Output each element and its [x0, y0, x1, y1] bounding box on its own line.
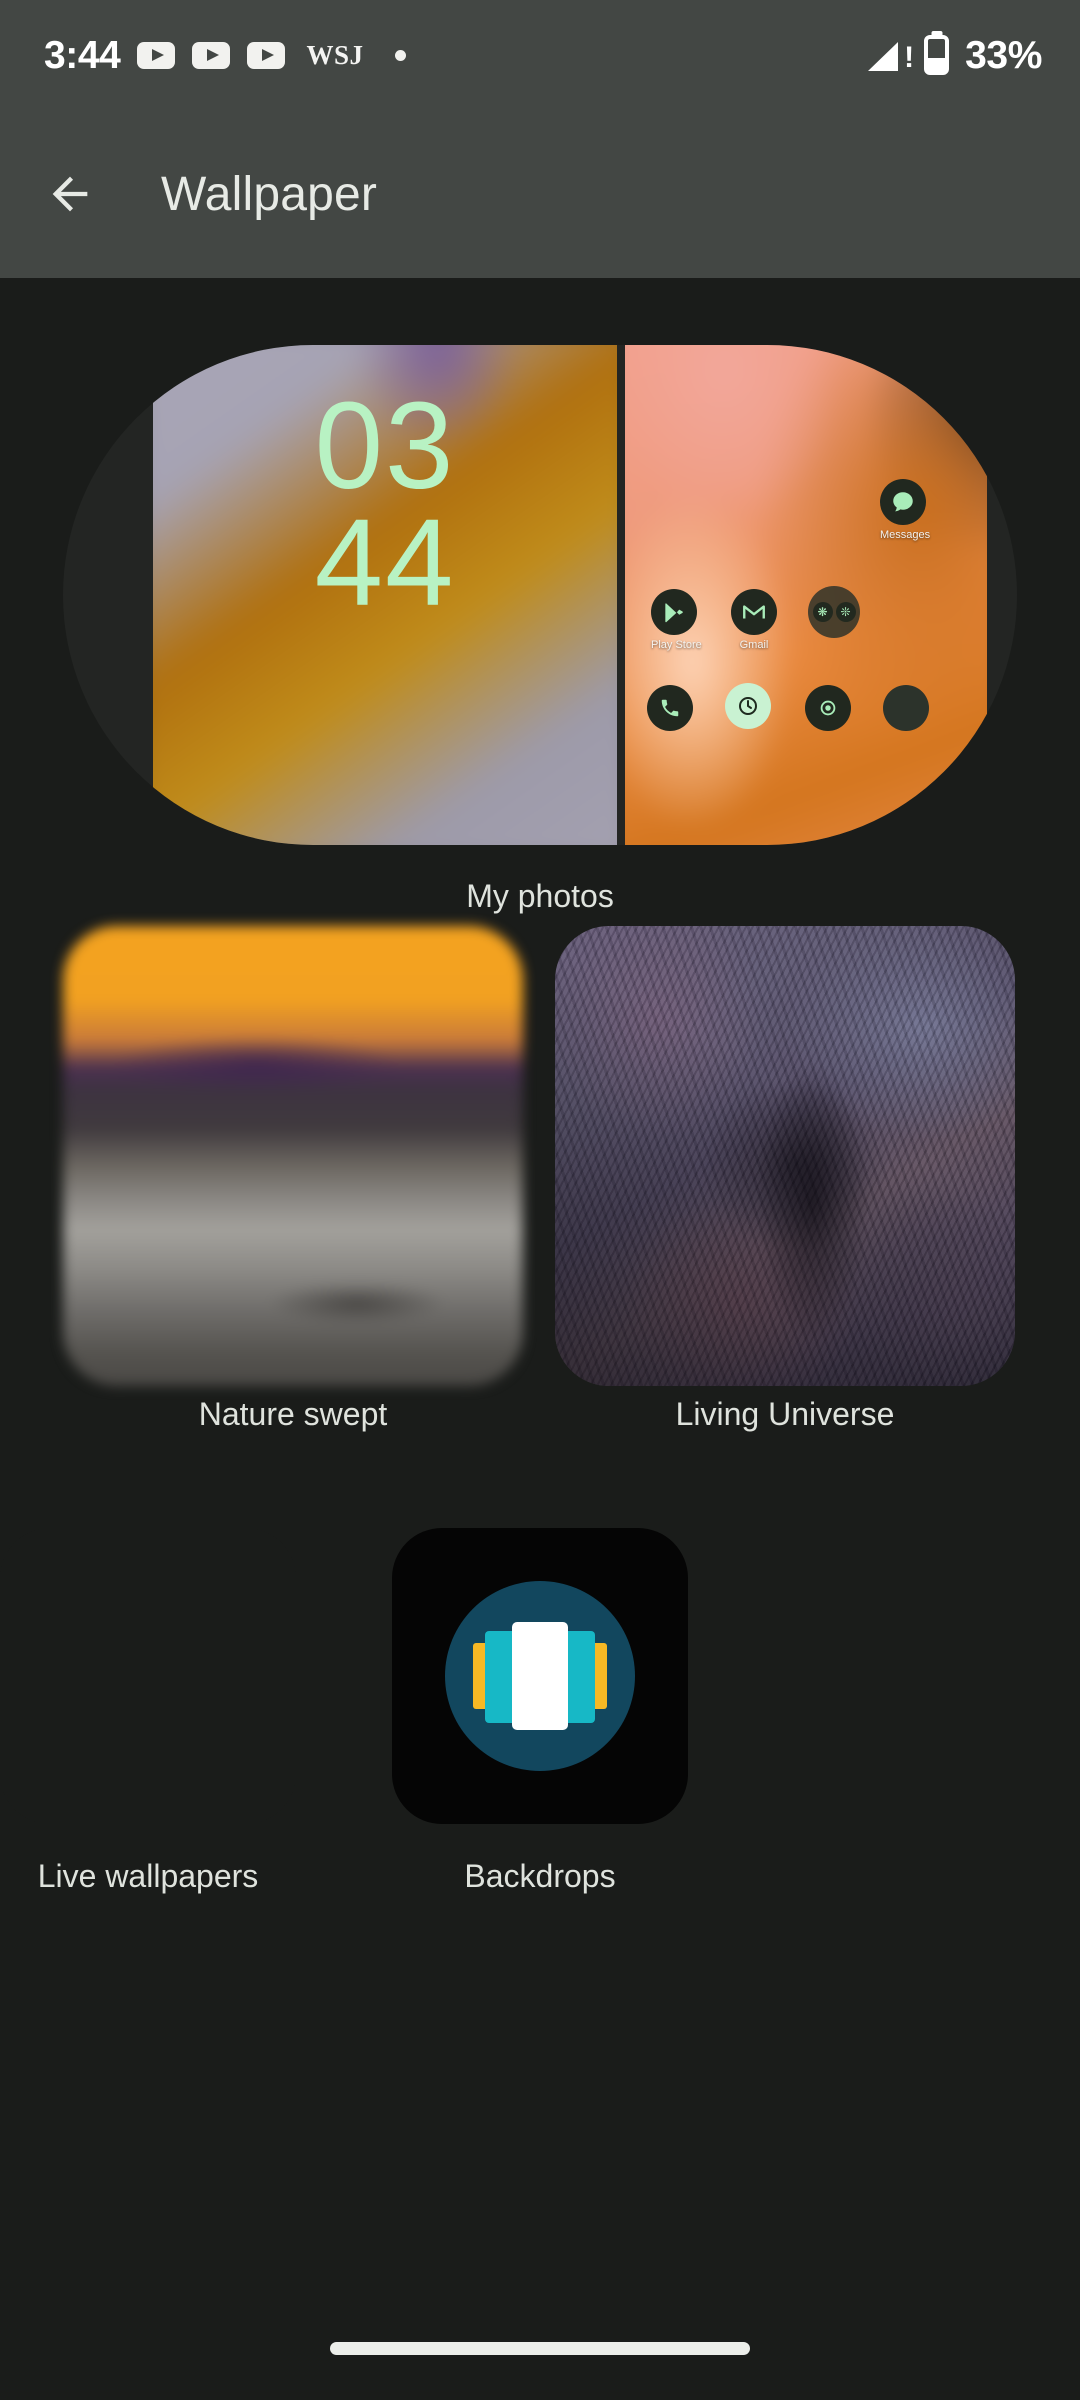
home-gesture-pill[interactable]: [330, 2341, 750, 2355]
navigation-bar: [0, 2304, 1080, 2400]
more-notifications-dot-icon: [394, 49, 406, 61]
status-bar-clock: 3:44: [44, 33, 121, 77]
live-wallpapers-thumbnail: [0, 1528, 296, 1824]
battery-icon: [924, 35, 950, 75]
wallpaper-list: 03 44 Messages Play Store Gmail ❋ ❊ My p…: [0, 278, 1080, 2400]
gmail-icon: [731, 589, 777, 635]
youtube-icon: [192, 41, 231, 69]
status-bar: 3:44 WSJ ! 33%: [0, 0, 1080, 110]
status-bar-left: 3:44 WSJ: [44, 36, 406, 75]
play-store-icon: [651, 589, 697, 635]
home-app-messages: Messages: [880, 479, 931, 541]
clock-hours: 03: [314, 378, 456, 515]
messages-icon: [880, 479, 926, 525]
wallpaper-option-nature-swept[interactable]: [63, 926, 523, 1386]
phone-screen: 3:44 WSJ ! 33% Wallpaper 03 44 Messages …: [0, 0, 1080, 2400]
arrow-back-icon: [52, 176, 88, 212]
back-button[interactable]: [22, 146, 118, 242]
wallpaper-option-living-universe[interactable]: [555, 926, 1015, 1386]
nature-swept-thumbnail: [63, 926, 523, 1386]
home-app-label: Gmail: [739, 639, 769, 651]
wallpaper-option-label-backdrops: Backdrops: [464, 1858, 616, 1894]
wallpaper-option-label-live-wallpapers: Live wallpapers: [37, 1858, 259, 1894]
wallpaper-option-backdrops[interactable]: [392, 1528, 688, 1824]
wsj-icon: WSJ: [306, 39, 364, 70]
battery-percent-label: 33%: [965, 33, 1042, 77]
app-bar: Wallpaper: [0, 110, 1080, 278]
home-app-folder: ❋ ❊: [808, 586, 860, 638]
youtube-icon: [247, 41, 286, 69]
lock-screen-clock: 03 44: [153, 378, 617, 632]
folder-mini-app-icon: ❊: [835, 602, 856, 622]
folder-mini-app-icon: ❋: [812, 602, 833, 622]
backdrops-app-icon: [445, 1581, 635, 1771]
dock-app-assistant-icon: [725, 683, 771, 729]
wallpaper-option-label-living-universe: Living Universe: [675, 1396, 895, 1432]
home-app-label: Messages: [880, 529, 931, 541]
lock-screen-preview[interactable]: 03 44: [153, 345, 617, 845]
wallpaper-option-label-nature-swept: Nature swept: [198, 1396, 388, 1432]
app-folder-icon: ❋ ❊: [808, 586, 860, 638]
home-app-play-store: Play Store: [651, 589, 702, 651]
page-title: Wallpaper: [161, 167, 378, 221]
dock-app-phone-icon: [647, 685, 693, 731]
dock-app-camera-icon: [805, 685, 851, 731]
home-app-label: Play Store: [651, 639, 702, 651]
wallpaper-option-label-my-photos: My photos: [466, 878, 614, 914]
wallpaper-option-live-wallpapers[interactable]: [0, 1528, 296, 1824]
backdrops-white-card: [512, 1622, 568, 1730]
status-bar-right: ! 33%: [868, 35, 1042, 75]
youtube-icon: [137, 41, 176, 69]
dock-app-icon: [883, 685, 929, 731]
cellular-signal-no-service-icon: !: [868, 37, 914, 73]
wallpaper-option-my-photos[interactable]: 03 44 Messages Play Store Gmail ❋ ❊: [63, 345, 1017, 845]
home-app-gmail: Gmail: [731, 589, 777, 651]
living-universe-shading: [555, 926, 1015, 1386]
home-screen-preview[interactable]: Messages Play Store Gmail ❋ ❊: [625, 345, 987, 845]
clock-minutes: 44: [314, 494, 456, 632]
